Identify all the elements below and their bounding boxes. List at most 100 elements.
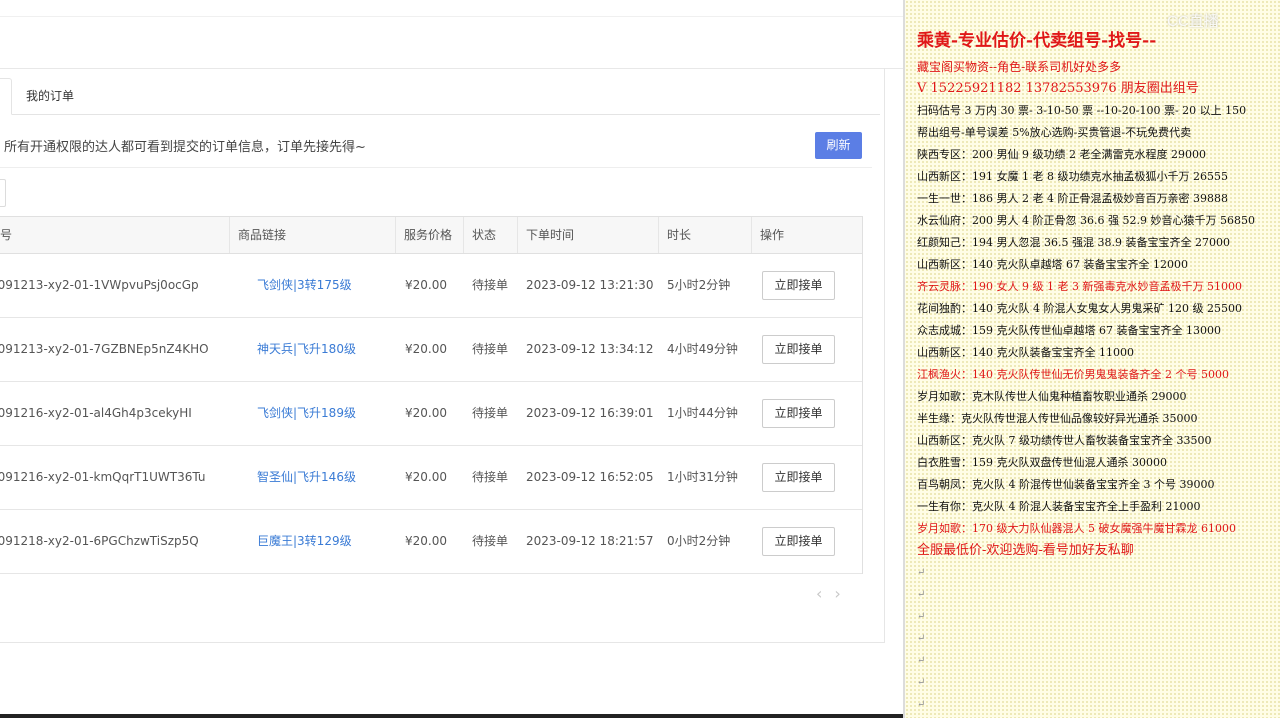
ad-line-text: 花间独酌：140 克火队 4 阶混人女鬼女人男鬼采矿 120 级 25500 <box>917 302 1242 315</box>
ad-line-text: 山西新区：140 克火队装备宝宝齐全 11000 <box>917 346 1134 359</box>
ad-line-text: 扫码估号 3 万内 30 票- 3-10-50 票 --10-20-100 票-… <box>917 104 1247 117</box>
ad-line: 岁月如歌：170 级大力队仙器混人 5 破女魔强牛魔甘霖龙 61000 <box>917 518 1277 540</box>
table-row: 3091213-xy2-01-1VWpvuPsj0ocGp 飞剑侠|3转175级… <box>0 254 862 318</box>
header-product-link: 商品链接 <box>230 217 396 253</box>
table-row: 3091218-xy2-01-6PGChzwTiSzp5Q 巨魔王|3转129级… <box>0 510 862 574</box>
pagination: ‹› <box>816 584 853 603</box>
ad-line: 山西新区：191 女魔 1 老 8 级功绩克水抽孟极狐小千万 26555 <box>917 166 1277 188</box>
order-id: 3091213-xy2-01-7GZBNEp5nZ4KHO <box>0 342 209 356</box>
ad-document-pane: CC直播 乘黄-专业估价-代卖组号-找号-- 藏宝阁买物资--角色-联系司机好处… <box>905 0 1280 718</box>
price: ¥20.00 <box>405 470 447 484</box>
blank-line: ↵ <box>917 611 926 622</box>
ad-line-text: 山西新区：克火队 7 级功绩传世人畜牧装备宝宝齐全 33500 <box>917 434 1212 447</box>
tab-active[interactable] <box>0 78 12 115</box>
order-time: 2023-09-12 18:21:57 <box>526 534 654 548</box>
ad-line: 帮出组号-单号误差 5%放心选购-买贵管退-不玩免费代卖 <box>917 122 1277 144</box>
status: 待接单 <box>472 470 509 484</box>
tab-my-orders[interactable]: 我的订单 <box>26 78 74 114</box>
accept-order-button[interactable]: 立即接单 <box>762 399 835 428</box>
product-link[interactable]: 智圣仙|飞升146级 <box>257 446 356 509</box>
order-id: 3091216-xy2-01-kmQqrT1UWT36Tu <box>0 470 206 484</box>
table-row: 3091213-xy2-01-7GZBNEp5nZ4KHO 神天兵|飞升180级… <box>0 318 862 382</box>
product-link[interactable]: 神天兵|飞升180级 <box>257 318 356 381</box>
blank-line: ↵ <box>917 633 926 644</box>
header-order-time: 下单时间 <box>518 217 659 253</box>
product-link[interactable]: 巨魔王|3转129级 <box>257 510 352 573</box>
ad-line-text: 一生有你：克火队 4 阶混人装备宝宝齐全上手盈利 21000 <box>917 500 1201 513</box>
duration: 0小时2分钟 <box>667 534 731 548</box>
ad-line-text: 帮出组号-单号误差 5%放心选购-买贵管退-不玩免费代卖 <box>917 126 1192 139</box>
ad-line: 众志成城：159 克火队传世仙卓越塔 67 装备宝宝齐全 13000 <box>917 320 1277 342</box>
ad-line: 白衣胜雪：159 克火队双盘传世仙混人通杀 30000 <box>917 452 1277 474</box>
status: 待接单 <box>472 406 509 420</box>
notice-text: 所有开通权限的达人都可看到提交的订单信息，订单先接先得~ <box>4 140 366 155</box>
ad-line: 水云仙府：200 男人 4 阶正骨忽 36.6 强 52.9 妙音心猿千万 56… <box>917 210 1277 232</box>
order-time: 2023-09-12 16:52:05 <box>526 470 654 484</box>
ad-line-text: 众志成城：159 克火队传世仙卓越塔 67 装备宝宝齐全 13000 <box>917 324 1221 337</box>
duration: 1小时31分钟 <box>667 470 738 484</box>
ad-line: 陕西专区：200 男仙 9 级功绩 2 老全满雷克水程度 29000 <box>917 144 1277 166</box>
ad-line: 齐云灵脉：190 女人 9 级 1 老 3 新强毒克水妙音孟极千万 51000 <box>917 276 1277 298</box>
ad-text-body: 乘黄-专业估价-代卖组号-找号-- 藏宝阁买物资--角色-联系司机好处多多 V 1… <box>917 26 1277 716</box>
duration: 1小时44分钟 <box>667 406 738 420</box>
price: ¥20.00 <box>405 406 447 420</box>
order-time: 2023-09-12 13:34:12 <box>526 342 654 356</box>
next-page-icon[interactable]: › <box>834 584 852 603</box>
ad-line: 半生缘：克火队传世混人传世仙品像较好异光通杀 35000 <box>917 408 1277 430</box>
ad-lines: 藏宝阁买物资--角色-联系司机好处多多 V 15225921182 1378255… <box>917 56 1277 562</box>
ad-line-text: 百鸟朝凤：克火队 4 阶混传世仙装备宝宝齐全 3 个号 39000 <box>917 478 1215 491</box>
accept-order-button[interactable]: 立即接单 <box>762 271 835 300</box>
ad-line-text: 白衣胜雪：159 克火队双盘传世仙混人通杀 30000 <box>917 456 1167 469</box>
toolbar-divider <box>0 167 872 168</box>
top-bar <box>0 0 903 17</box>
ad-line-text: 山西新区：191 女魔 1 老 8 级功绩克水抽孟极狐小千万 26555 <box>917 170 1228 183</box>
status: 待接单 <box>472 278 509 292</box>
status: 待接单 <box>472 342 509 356</box>
accept-order-button[interactable]: 立即接单 <box>762 527 835 556</box>
ad-line: 一生有你：克火队 4 阶混人装备宝宝齐全上手盈利 21000 <box>917 496 1277 518</box>
ad-line-text: 全服最低价-欢迎选购-看号加好友私聊 <box>917 543 1134 558</box>
header-price: 服务价格 <box>396 217 464 253</box>
ad-line: 岁月如歌：克木队传世人仙鬼种植畜牧职业通杀 29000 <box>917 386 1277 408</box>
product-link[interactable]: 飞剑侠|3转175级 <box>257 254 352 317</box>
ad-line: V 15225921182 13782553976 朋友圈出组号 <box>917 78 1277 100</box>
ad-line-text: 一生一世：186 男人 2 老 4 阶正骨混孟极妙音百万亲密 39888 <box>917 192 1228 205</box>
ad-line: 一生一世：186 男人 2 老 4 阶正骨混孟极妙音百万亲密 39888 <box>917 188 1277 210</box>
blank-line: ↵ <box>917 655 926 666</box>
order-panel: 我的订单 所有开通权限的达人都可看到提交的订单信息，订单先接先得~ 刷新 号 商… <box>0 0 903 718</box>
ad-line: 扫码估号 3 万内 30 票- 3-10-50 票 --10-20-100 票-… <box>917 100 1277 122</box>
ad-line: 山西新区：克火队 7 级功绩传世人畜牧装备宝宝齐全 33500 <box>917 430 1277 452</box>
duration: 4小时49分钟 <box>667 342 738 356</box>
blank-line: ↵ <box>917 677 926 688</box>
accept-order-button[interactable]: 立即接单 <box>762 463 835 492</box>
header-status: 状态 <box>464 217 518 253</box>
order-time: 2023-09-12 13:21:30 <box>526 278 654 292</box>
ad-line: 百鸟朝凤：克火队 4 阶混传世仙装备宝宝齐全 3 个号 39000 <box>917 474 1277 496</box>
blank-line: ↵ <box>917 567 926 578</box>
ad-line: 藏宝阁买物资--角色-联系司机好处多多 <box>917 56 1277 78</box>
table-row: 3091216-xy2-01-kmQqrT1UWT36Tu 智圣仙|飞升146级… <box>0 446 862 510</box>
accept-order-button[interactable]: 立即接单 <box>762 335 835 364</box>
ad-line: 山西新区：140 克火队装备宝宝齐全 11000 <box>917 342 1277 364</box>
header-order-id: 号 <box>0 217 230 253</box>
order-id: 3091213-xy2-01-1VWpvuPsj0ocGp <box>0 278 199 292</box>
duration: 5小时2分钟 <box>667 278 731 292</box>
ad-title: 乘黄-专业估价-代卖组号-找号-- <box>917 31 1157 51</box>
ad-line-text: 岁月如歌：克木队传世人仙鬼种植畜牧职业通杀 29000 <box>917 390 1187 403</box>
ad-line-text: 江枫渔火：140 克火队传世仙无价男鬼鬼装备齐全 2 个号 5000 <box>917 368 1229 381</box>
ad-line: 江枫渔火：140 克火队传世仙无价男鬼鬼装备齐全 2 个号 5000 <box>917 364 1277 386</box>
price: ¥20.00 <box>405 342 447 356</box>
blank-line: ↵ <box>917 699 926 710</box>
product-link[interactable]: 飞剑侠|飞升189级 <box>257 382 356 445</box>
price: ¥20.00 <box>405 534 447 548</box>
ad-line-text: 岁月如歌：170 级大力队仙器混人 5 破女魔强牛魔甘霖龙 61000 <box>917 522 1236 535</box>
filter-input[interactable] <box>0 179 6 207</box>
tab-bar: 我的订单 <box>0 78 880 115</box>
prev-page-icon[interactable]: ‹ <box>816 584 834 603</box>
header-duration: 时长 <box>659 217 752 253</box>
ad-line-text: V 15225921182 13782553976 朋友圈出组号 <box>917 81 1199 96</box>
ad-line: 花间独酌：140 克火队 4 阶混人女鬼女人男鬼采矿 120 级 25500 <box>917 298 1277 320</box>
ad-line: 山西新区：140 克火队卓越塔 67 装备宝宝齐全 12000 <box>917 254 1277 276</box>
ad-line-text: 齐云灵脉：190 女人 9 级 1 老 3 新强毒克水妙音孟极千万 51000 <box>917 280 1242 293</box>
refresh-button[interactable]: 刷新 <box>815 132 862 159</box>
